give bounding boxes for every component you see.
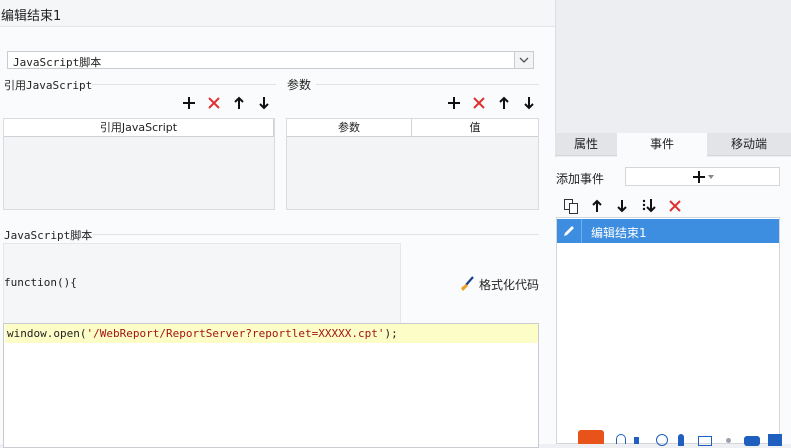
tray-icon[interactable] (634, 437, 639, 444)
column-header-param[interactable]: 参数 (287, 119, 412, 136)
plus-icon (183, 97, 195, 109)
edit-icon[interactable] (557, 219, 582, 243)
tab-properties[interactable]: 属性 (555, 133, 617, 156)
params-table[interactable]: 参数 值 (286, 118, 539, 210)
function-header-area: function(){ (3, 243, 401, 325)
delete-referenced-js-button[interactable] (205, 94, 223, 112)
referenced-js-label: 引用JavaScript (4, 79, 93, 92)
event-item-label: 编辑结束1 (591, 226, 647, 240)
arrow-down-icon (524, 97, 534, 110)
event-list (556, 217, 780, 444)
move-to-bottom-event-button[interactable] (640, 197, 658, 215)
format-code-button[interactable]: 格式化代码 (459, 275, 539, 293)
table-header: 参数 值 (287, 119, 538, 137)
panel-tabs: 属性 事件 移动端 (555, 133, 791, 157)
arrow-down-icon (259, 97, 269, 110)
copy-event-button[interactable] (562, 197, 580, 215)
chevron-down-icon[interactable] (514, 52, 533, 68)
dialog-title-bar: 编辑结束1 (0, 0, 555, 27)
table-header: 引用JavaScript (4, 119, 274, 137)
microphone-icon[interactable] (678, 434, 684, 446)
add-event-dropdown[interactable] (625, 167, 780, 186)
code-call: window.open( (7, 327, 87, 340)
code-editor[interactable]: window.open('/WebReport/ReportServer?rep… (3, 323, 539, 448)
move-bottom-icon (642, 199, 656, 213)
delete-event-button[interactable] (666, 197, 684, 215)
column-header-value[interactable]: 值 (412, 119, 538, 136)
copy-icon (564, 199, 578, 214)
move-down-referenced-js-button[interactable] (255, 94, 273, 112)
code-line[interactable]: window.open('/WebReport/ReportServer?rep… (7, 327, 398, 340)
arrow-up-icon (234, 96, 244, 109)
tab-mobile[interactable]: 移动端 (707, 133, 791, 156)
delete-icon (208, 97, 220, 109)
add-referenced-js-button[interactable] (180, 94, 198, 112)
plus-icon (693, 171, 705, 183)
move-down-event-button[interactable] (613, 197, 631, 215)
tray-icon[interactable] (768, 434, 782, 446)
divider (92, 84, 276, 85)
tray-icon[interactable] (616, 434, 626, 444)
arrow-up-icon (592, 199, 602, 212)
ime-logo-icon[interactable] (578, 430, 604, 444)
list-item[interactable]: 编辑结束1 (557, 219, 779, 243)
move-down-param-button[interactable] (520, 94, 538, 112)
code-suffix: ); (384, 327, 398, 340)
script-label: JavaScript脚本 (4, 229, 93, 242)
add-param-button[interactable] (445, 94, 463, 112)
arrow-down-icon (617, 200, 627, 213)
format-code-label: 格式化代码 (479, 277, 540, 292)
code-string: '/WebReport/ReportServer?reportlet=XXXXX… (86, 327, 385, 340)
tray-icon[interactable] (656, 434, 668, 446)
move-up-param-button[interactable] (495, 94, 513, 112)
delete-icon (669, 200, 681, 212)
delete-icon (473, 97, 485, 109)
delete-param-button[interactable] (470, 94, 488, 112)
event-type-select[interactable]: JavaScript脚本 (7, 51, 534, 69)
system-tray (578, 428, 791, 446)
arrow-up-icon (499, 96, 509, 109)
function-header: function(){ (4, 276, 77, 289)
brush-icon (461, 276, 474, 291)
divider (316, 84, 539, 85)
chevron-down-icon (708, 175, 714, 179)
column-header-referenced-js[interactable]: 引用JavaScript (4, 119, 274, 136)
move-up-event-button[interactable] (588, 197, 606, 215)
divider (92, 234, 539, 235)
event-type-value: JavaScript脚本 (13, 56, 102, 69)
plus-icon (448, 97, 460, 109)
add-event-label: 添加事件 (556, 172, 605, 186)
move-up-referenced-js-button[interactable] (230, 94, 248, 112)
tray-icon[interactable] (744, 436, 760, 446)
tray-icon[interactable] (726, 438, 731, 443)
referenced-js-table[interactable]: 引用JavaScript (3, 118, 275, 210)
dialog-title: 编辑结束1 (1, 9, 62, 24)
tab-events[interactable]: 事件 (617, 133, 707, 157)
keyboard-icon[interactable] (698, 436, 712, 446)
params-label: 参数 (287, 78, 312, 92)
